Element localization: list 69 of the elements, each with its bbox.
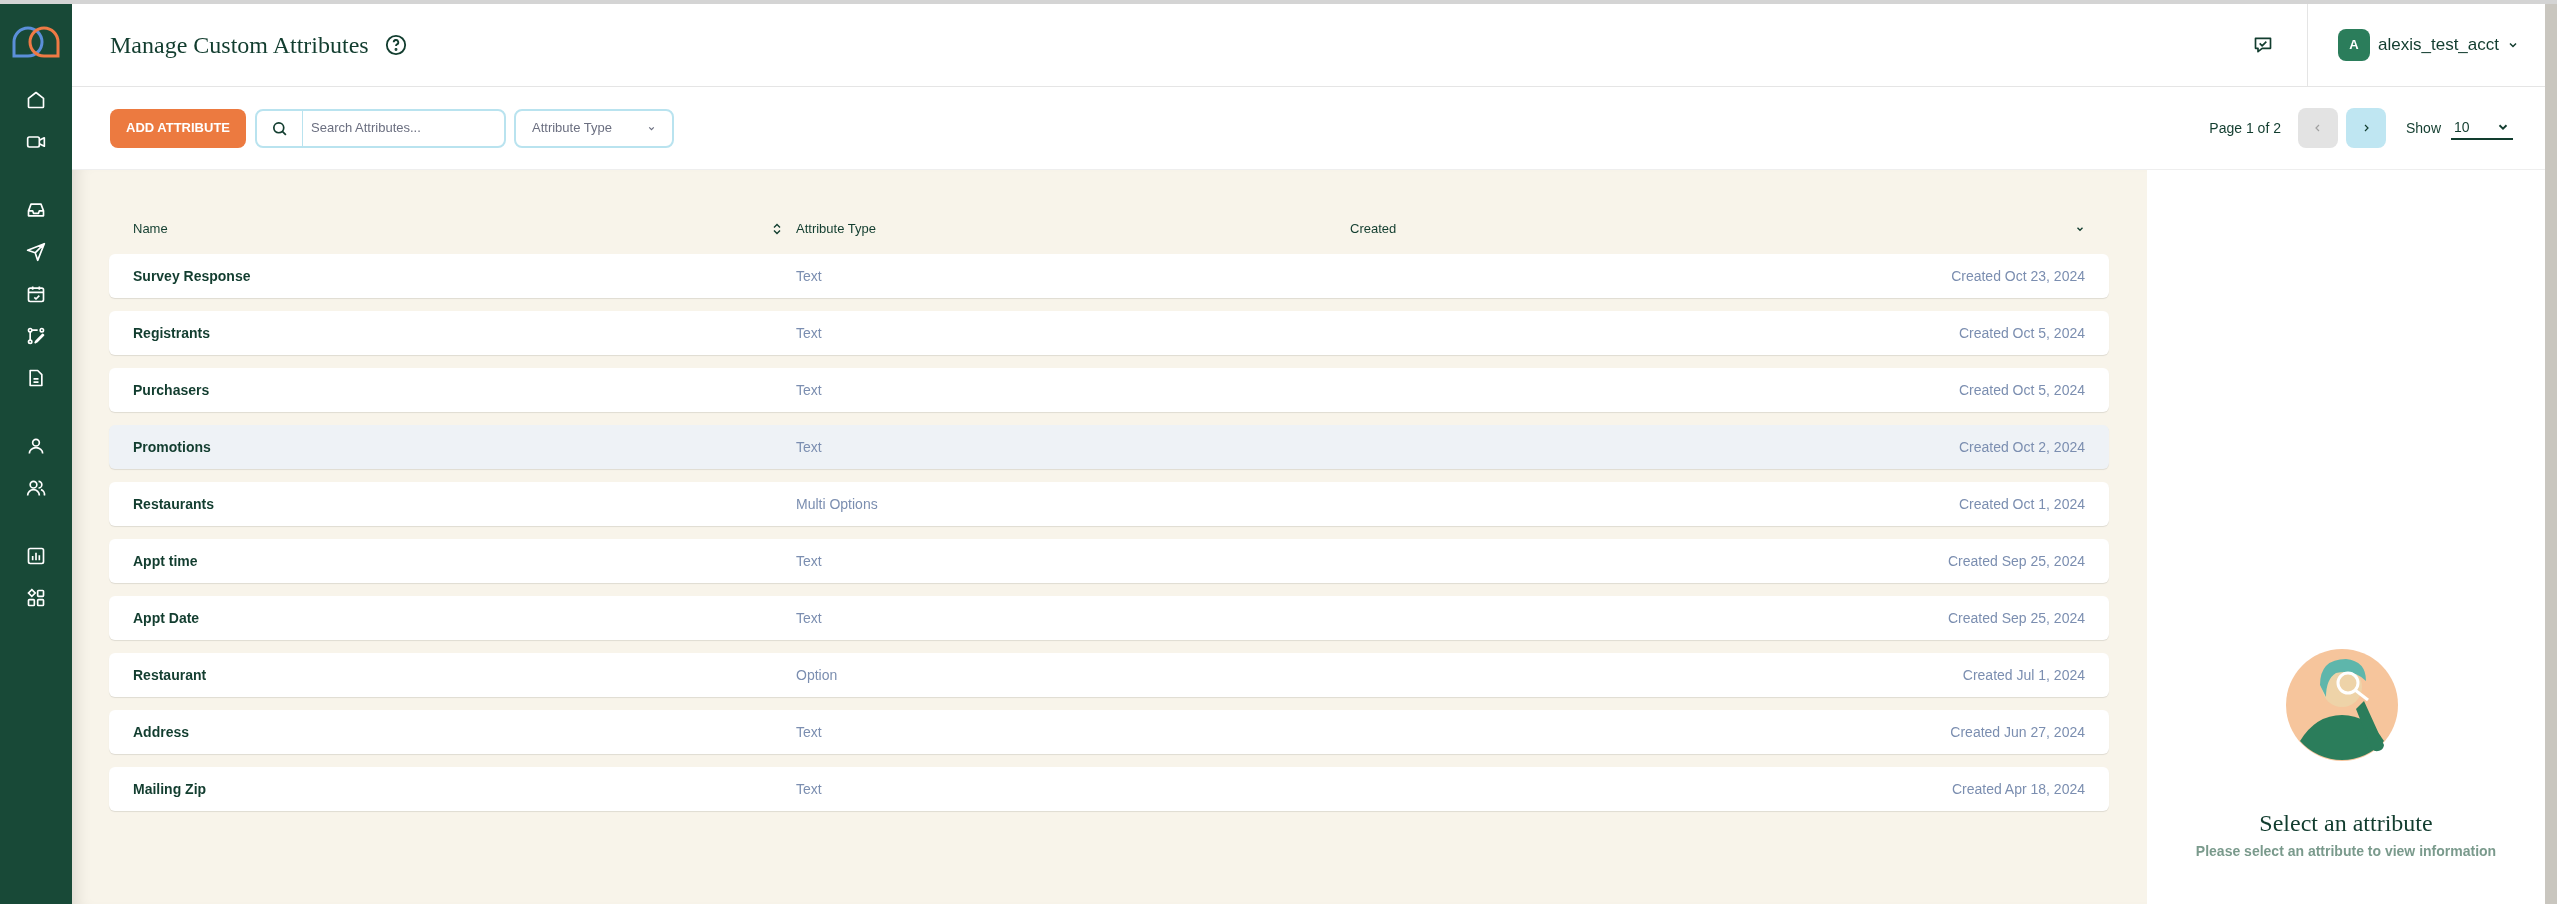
calendar-check-icon[interactable] — [26, 284, 46, 304]
table-row[interactable]: Restaurant Option Created Jul 1, 2024 — [109, 653, 2109, 697]
search-box[interactable]: Search Attributes... — [255, 108, 506, 148]
created-date: Created Jun 27, 2024 — [1950, 722, 2085, 742]
table-row[interactable]: Promotions Text Created Oct 2, 2024 — [109, 425, 2109, 469]
panel-title: Select an attribute — [2259, 809, 2433, 838]
attribute-name: Registrants — [133, 324, 211, 341]
table-row[interactable]: Address Text Created Jun 27, 2024 — [109, 710, 2109, 754]
attribute-type: Text — [796, 609, 822, 626]
chat-check-icon[interactable] — [2253, 35, 2274, 55]
sort-icon[interactable] — [772, 223, 782, 235]
attribute-name: Mailing Zip — [133, 780, 207, 797]
attribute-name: Survey Response — [133, 267, 251, 284]
attribute-type: Multi Options — [796, 495, 878, 512]
attribute-type: Text — [796, 267, 822, 284]
home-icon[interactable] — [26, 90, 46, 110]
table-row[interactable]: Purchasers Text Created Oct 5, 2024 — [109, 368, 2109, 412]
user-icon[interactable] — [26, 436, 46, 456]
flow-edit-icon[interactable] — [26, 326, 46, 346]
apps-icon[interactable] — [26, 588, 46, 608]
attribute-type: Text — [796, 324, 822, 341]
created-date: Created Oct 5, 2024 — [1958, 380, 2085, 400]
search-field[interactable]: Search Attributes... — [303, 118, 504, 138]
created-date: Created Oct 2, 2024 — [1958, 437, 2085, 457]
attribute-type-dropdown[interactable]: Attribute Type — [514, 108, 674, 148]
created-date: Created Oct 5, 2024 — [1958, 323, 2085, 343]
table-row[interactable]: Appt time Text Created Sep 25, 2024 — [109, 539, 2109, 583]
table-row[interactable]: Restaurants Multi Options Created Oct 1, 2024 — [109, 482, 2109, 526]
page-title: Manage Custom Attributes — [110, 31, 369, 60]
attribute-name: Restaurant — [133, 666, 207, 683]
help-icon[interactable] — [384, 34, 407, 56]
document-icon[interactable] — [26, 368, 46, 388]
attribute-type: Text — [796, 723, 822, 740]
search-icon — [271, 119, 288, 137]
table-row[interactable]: Appt Date Text Created Sep 25, 2024 — [109, 596, 2109, 640]
account-name[interactable]: alexis_test_acct — [2378, 32, 2499, 58]
attribute-name: Purchasers — [133, 381, 210, 398]
column-header[interactable]: Attribute Type — [796, 221, 876, 237]
table-row[interactable]: Registrants Text Created Oct 5, 2024 — [109, 311, 2109, 355]
column-header[interactable]: Created — [1350, 219, 1397, 239]
attribute-type: Text — [796, 552, 822, 569]
attribute-name: Promotions — [133, 438, 211, 455]
created-date: Created Oct 1, 2024 — [1958, 494, 2085, 514]
bar-chart-icon[interactable] — [26, 546, 46, 566]
attribute-name: Restaurants — [133, 495, 214, 512]
attribute-name: Appt time — [133, 552, 198, 569]
table-row[interactable]: Mailing Zip Text Created Apr 18, 2024 — [109, 767, 2109, 811]
attribute-type: Text — [796, 381, 822, 398]
created-date: Created Sep 25, 2024 — [1948, 551, 2085, 571]
attribute-name: Appt Date — [133, 609, 200, 626]
show-label: Show — [2405, 118, 2441, 138]
page-size-select[interactable]: 10 — [2451, 116, 2513, 140]
created-date: Created Apr 18, 2024 — [1951, 779, 2085, 799]
inbox-icon[interactable] — [26, 200, 46, 220]
attribute-type: Option — [796, 666, 838, 683]
panel-message: Please select an attribute to view information — [2195, 842, 2497, 861]
send-icon[interactable] — [26, 242, 46, 262]
created-date: Created Oct 23, 2024 — [1951, 266, 2085, 286]
created-date: Created Sep 25, 2024 — [1948, 608, 2085, 628]
column-header[interactable]: Name — [133, 219, 168, 239]
users-icon[interactable] — [26, 478, 46, 498]
chevron-left-icon — [2313, 124, 2322, 132]
page-indicator: Page 1 of 2 — [2209, 118, 2281, 138]
avatar[interactable]: A — [2338, 29, 2371, 61]
attribute-type: Text — [796, 438, 822, 455]
created-date: Created Jul 1, 2024 — [1962, 665, 2085, 685]
attribute-type: Text — [796, 780, 822, 797]
attribute-name: Address — [133, 723, 190, 740]
table-row[interactable]: Survey Response Text Created Oct 23, 2024 — [109, 254, 2109, 298]
